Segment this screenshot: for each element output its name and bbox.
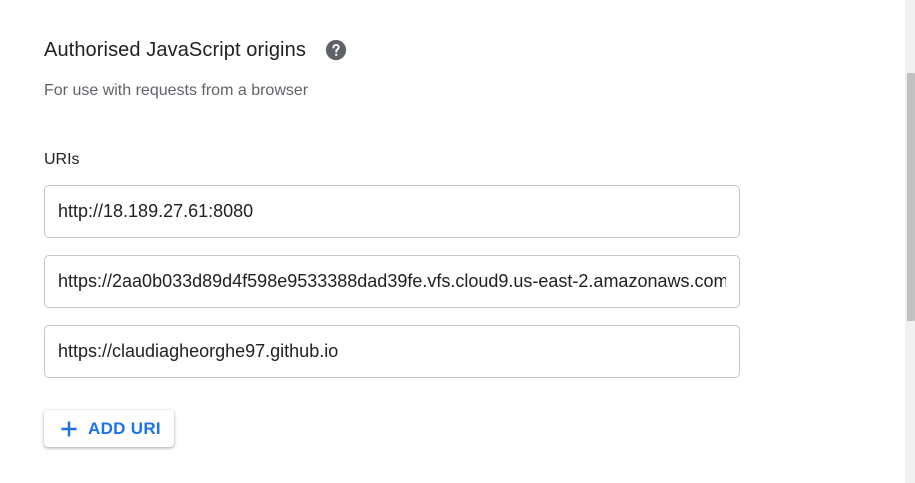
uri-field-3[interactable]: [44, 325, 740, 378]
scrollbar-track[interactable]: [905, 0, 915, 483]
uris-label: URIs: [44, 151, 80, 168]
plus-icon: [59, 419, 79, 439]
section-subtitle: For use with requests from a browser: [44, 82, 309, 99]
uri-input-1[interactable]: [45, 186, 739, 237]
uri-field-1[interactable]: [44, 185, 740, 238]
uri-input-3[interactable]: [45, 326, 739, 377]
uri-input-2[interactable]: [45, 256, 739, 307]
scrollbar-thumb[interactable]: [907, 73, 915, 321]
add-uri-button[interactable]: ADD URI: [44, 410, 174, 447]
oauth-origins-page: Authorised JavaScript origins For use wi…: [0, 0, 915, 483]
add-uri-label: ADD URI: [88, 418, 161, 438]
section-header: Authorised JavaScript origins: [44, 36, 347, 64]
help-circle-icon[interactable]: [325, 39, 347, 61]
section-title: Authorised JavaScript origins: [44, 38, 306, 61]
uri-field-2[interactable]: [44, 255, 740, 308]
